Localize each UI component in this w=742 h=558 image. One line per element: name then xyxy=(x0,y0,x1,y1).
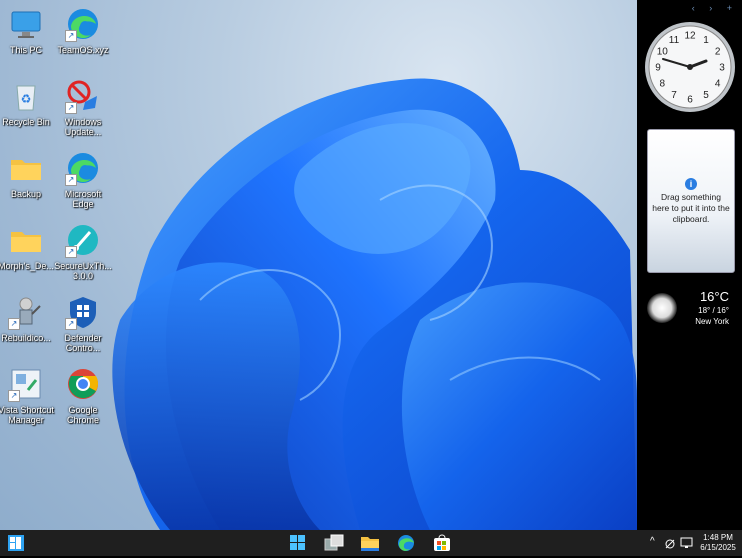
rebuild-icon: ↗ xyxy=(8,294,44,330)
shortcut-arrow-icon: ↗ xyxy=(65,174,77,186)
shortcut-arrow-icon: ↗ xyxy=(8,318,20,330)
secureux-icon: ↗ xyxy=(65,222,101,258)
show-hidden-icons-chevron-icon[interactable]: ^ xyxy=(650,536,655,547)
clock-numeral: 10 xyxy=(657,47,669,58)
recycle-bin-icon: ♻ xyxy=(8,78,44,114)
file-explorer-icon[interactable] xyxy=(359,533,381,553)
windows-update-icon: ↗ xyxy=(65,78,101,114)
weather-gadget[interactable]: 16°C 18° / 16° New York xyxy=(645,287,737,331)
icon-label: SecureUxTh... 3.0.0 xyxy=(54,261,112,281)
desktop-icon-google-chrome[interactable]: Google Chrome xyxy=(53,364,113,434)
clock-numeral: 11 xyxy=(669,35,680,46)
this-pc-icon xyxy=(8,6,44,42)
store-icon[interactable] xyxy=(431,533,453,553)
shortcut-arrow-icon: ↗ xyxy=(65,318,77,330)
shortcut-arrow-icon: ↗ xyxy=(65,246,77,258)
network-icon[interactable] xyxy=(664,537,676,555)
edge-icon: ↗ xyxy=(65,150,101,186)
windows-icon[interactable] xyxy=(287,533,309,553)
icon-label: Microsoft Edge xyxy=(64,189,102,209)
icon-label: Backup xyxy=(10,189,42,199)
clock-numeral: 5 xyxy=(703,90,709,101)
icon-label: Recycle Bin xyxy=(2,117,50,127)
edge-icon: ↗ xyxy=(65,6,101,42)
clock-gadget[interactable]: 12 12 3 45678 9 1011 xyxy=(644,21,736,113)
folder-icon xyxy=(8,150,44,186)
clock-numeral: 1 xyxy=(703,35,709,46)
defender-icon: ↗ xyxy=(65,294,101,330)
clock-numeral: 9 xyxy=(655,63,661,74)
icon-label: This PC xyxy=(9,45,42,55)
desktop[interactable]: This PC ♻ Recycle Bin Backup Morph's_De.… xyxy=(0,0,637,530)
gadget-sidebar: ‹ › + 12 1 2 3 4 5 6 7 8 9 10 11 i Drag something h… xyxy=(637,0,742,530)
desktop-icon-this-pc[interactable]: This PC xyxy=(0,4,56,74)
clock-numeral: 12 xyxy=(684,31,696,42)
desktop-icon-morphs[interactable]: Morph's_De... xyxy=(0,220,56,290)
start-icon[interactable] xyxy=(6,533,28,553)
icon-label: Windows Update... xyxy=(64,117,102,137)
clock-numeral: 3 xyxy=(719,63,725,74)
sidebar-controls[interactable]: ‹ › + xyxy=(692,3,738,13)
shortcut-arrow-icon: ↗ xyxy=(8,390,20,402)
desktop-icon-teamos[interactable]: ↗ TeamOS.xyz xyxy=(53,4,113,74)
taskbar: ^ 1:48 PM 6/15/2025 xyxy=(0,530,742,556)
chrome-icon xyxy=(65,366,101,402)
icon-label: Rebuildico... xyxy=(1,333,51,343)
icon-label: Vista Shortcut Manager xyxy=(0,405,54,425)
cloud-icon xyxy=(647,293,677,323)
weather-city: New York xyxy=(695,317,729,326)
clipboard-hint: Drag something here to put it into the c… xyxy=(652,192,730,224)
svg-text:♻: ♻ xyxy=(21,92,32,106)
info-icon: i xyxy=(685,178,697,190)
folder-icon xyxy=(8,222,44,258)
icon-label: Morph's_De... xyxy=(0,261,54,271)
clock-numeral: 4 xyxy=(715,79,721,90)
system-tray: ^ 1:48 PM 6/15/2025 xyxy=(642,530,742,556)
desktop-icon-vista-shortcut[interactable]: ↗ Vista Shortcut Manager xyxy=(0,364,56,434)
desktop-icon-backup[interactable]: Backup xyxy=(0,148,56,218)
display-icon[interactable] xyxy=(680,536,694,555)
icon-label: TeamOS.xyz xyxy=(57,45,109,55)
desktop-icon-secureux[interactable]: ↗ SecureUxTh... 3.0.0 xyxy=(53,220,113,290)
task-view-icon[interactable] xyxy=(323,533,345,553)
taskbar-date: 6/15/2025 xyxy=(700,543,736,552)
icon-label: Google Chrome xyxy=(66,405,99,425)
weather-range: 18° / 16° xyxy=(698,306,729,315)
clock-numeral: 6 xyxy=(687,95,693,106)
clock-numeral: 2 xyxy=(715,47,721,58)
shortcut-arrow-icon: ↗ xyxy=(65,102,77,114)
desktop-icon-windows-update[interactable]: ↗ Windows Update... xyxy=(53,76,113,146)
clock-numeral: 8 xyxy=(660,79,666,90)
clipboard-gadget[interactable]: i Drag something here to put it into the… xyxy=(647,129,735,273)
desktop-icon-rebuild[interactable]: ↗ Rebuildico... xyxy=(0,292,56,362)
taskbar-clock[interactable]: 1:48 PM 6/15/2025 xyxy=(698,533,738,553)
weather-temperature: 16°C xyxy=(699,289,729,304)
icon-label: Defender Contro... xyxy=(64,333,102,353)
clock-numeral: 7 xyxy=(671,90,677,101)
desktop-icon-microsoft-edge[interactable]: ↗ Microsoft Edge xyxy=(53,148,113,218)
desktop-icon-recycle-bin[interactable]: ♻ Recycle Bin xyxy=(0,76,56,146)
vista-shortcut-icon: ↗ xyxy=(8,366,44,402)
shortcut-arrow-icon: ↗ xyxy=(65,30,77,42)
edge-icon[interactable] xyxy=(395,533,417,553)
desktop-icon-defender[interactable]: ↗ Defender Contro... xyxy=(53,292,113,362)
taskbar-time: 1:48 PM xyxy=(703,533,733,542)
